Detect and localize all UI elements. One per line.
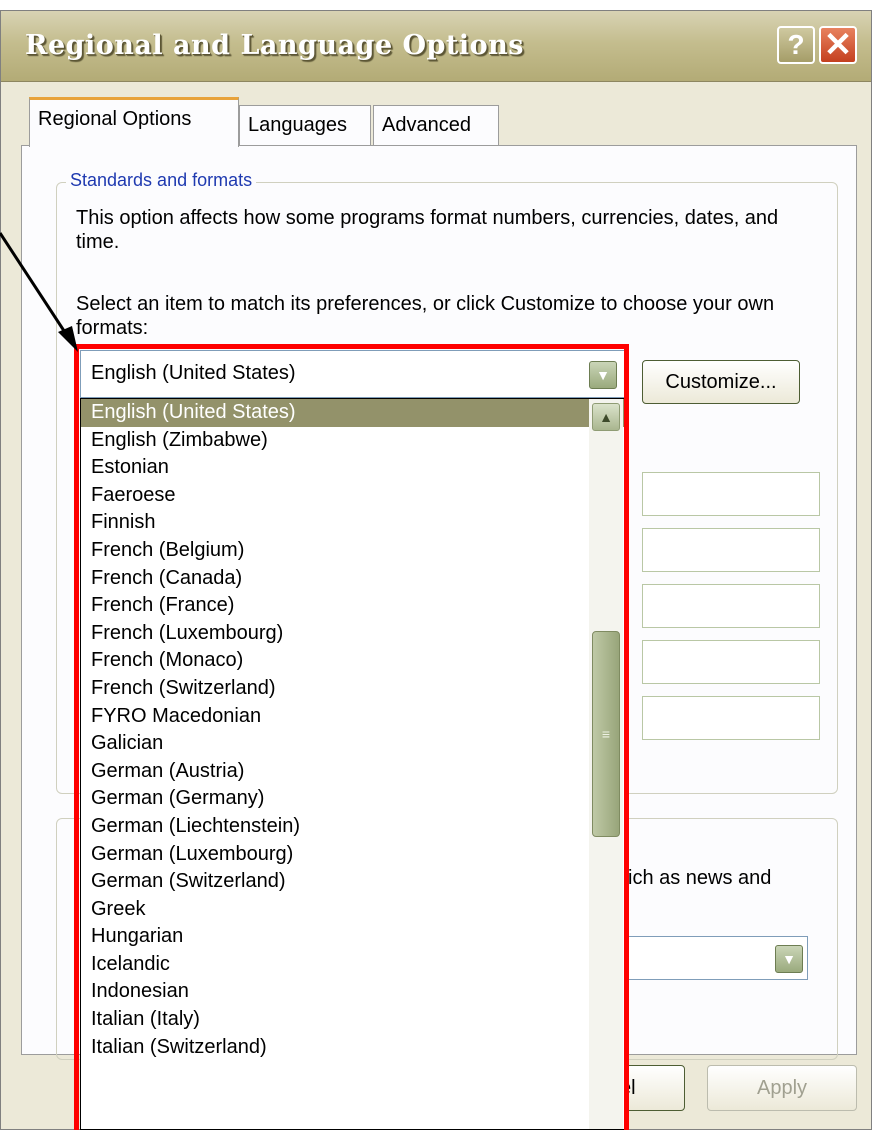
- annotation-arrow: [0, 232, 78, 352]
- arrow-line: [0, 232, 72, 341]
- arrow-head-icon: [58, 326, 78, 352]
